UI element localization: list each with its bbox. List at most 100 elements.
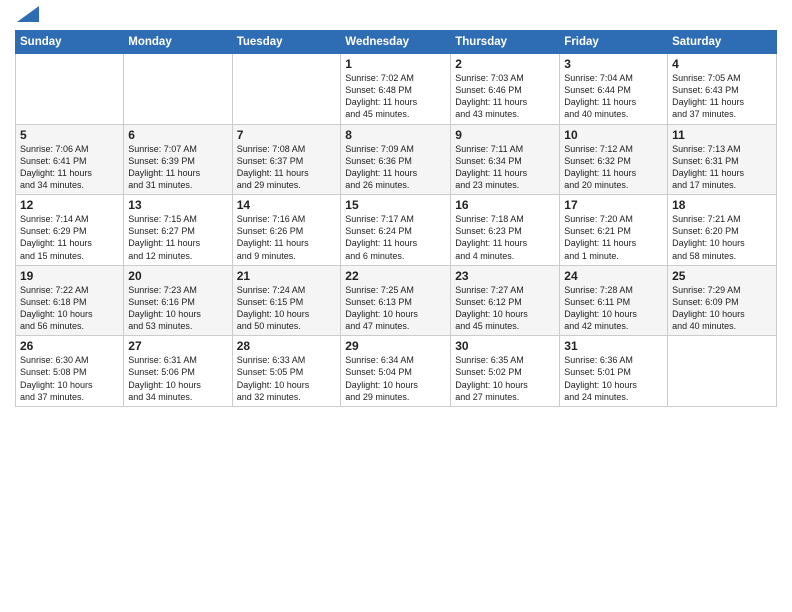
- day-number: 22: [345, 269, 446, 283]
- calendar-day: 13Sunrise: 7:15 AM Sunset: 6:27 PM Dayli…: [124, 195, 232, 266]
- calendar-day: [232, 54, 341, 125]
- day-info: Sunrise: 7:06 AM Sunset: 6:41 PM Dayligh…: [20, 143, 119, 192]
- calendar-day: 5Sunrise: 7:06 AM Sunset: 6:41 PM Daylig…: [16, 124, 124, 195]
- calendar-day: 12Sunrise: 7:14 AM Sunset: 6:29 PM Dayli…: [16, 195, 124, 266]
- calendar-day: 18Sunrise: 7:21 AM Sunset: 6:20 PM Dayli…: [668, 195, 777, 266]
- day-info: Sunrise: 7:29 AM Sunset: 6:09 PM Dayligh…: [672, 284, 772, 333]
- calendar-day: 11Sunrise: 7:13 AM Sunset: 6:31 PM Dayli…: [668, 124, 777, 195]
- calendar-day: 29Sunrise: 6:34 AM Sunset: 5:04 PM Dayli…: [341, 336, 451, 407]
- logo: [15, 10, 39, 22]
- day-info: Sunrise: 7:16 AM Sunset: 6:26 PM Dayligh…: [237, 213, 337, 262]
- day-number: 3: [564, 57, 663, 71]
- day-info: Sunrise: 6:34 AM Sunset: 5:04 PM Dayligh…: [345, 354, 446, 403]
- day-info: Sunrise: 6:35 AM Sunset: 5:02 PM Dayligh…: [455, 354, 555, 403]
- day-info: Sunrise: 7:15 AM Sunset: 6:27 PM Dayligh…: [128, 213, 227, 262]
- calendar-day: 8Sunrise: 7:09 AM Sunset: 6:36 PM Daylig…: [341, 124, 451, 195]
- day-number: 8: [345, 128, 446, 142]
- day-number: 2: [455, 57, 555, 71]
- day-info: Sunrise: 7:14 AM Sunset: 6:29 PM Dayligh…: [20, 213, 119, 262]
- day-info: Sunrise: 7:12 AM Sunset: 6:32 PM Dayligh…: [564, 143, 663, 192]
- day-number: 4: [672, 57, 772, 71]
- weekday-header-saturday: Saturday: [668, 31, 777, 54]
- day-info: Sunrise: 7:21 AM Sunset: 6:20 PM Dayligh…: [672, 213, 772, 262]
- calendar-day: 21Sunrise: 7:24 AM Sunset: 6:15 PM Dayli…: [232, 265, 341, 336]
- day-info: Sunrise: 7:07 AM Sunset: 6:39 PM Dayligh…: [128, 143, 227, 192]
- day-info: Sunrise: 7:02 AM Sunset: 6:48 PM Dayligh…: [345, 72, 446, 121]
- day-info: Sunrise: 7:08 AM Sunset: 6:37 PM Dayligh…: [237, 143, 337, 192]
- day-info: Sunrise: 6:33 AM Sunset: 5:05 PM Dayligh…: [237, 354, 337, 403]
- calendar-day: 27Sunrise: 6:31 AM Sunset: 5:06 PM Dayli…: [124, 336, 232, 407]
- calendar-day: 16Sunrise: 7:18 AM Sunset: 6:23 PM Dayli…: [451, 195, 560, 266]
- day-number: 6: [128, 128, 227, 142]
- calendar-week-5: 26Sunrise: 6:30 AM Sunset: 5:08 PM Dayli…: [16, 336, 777, 407]
- day-info: Sunrise: 7:27 AM Sunset: 6:12 PM Dayligh…: [455, 284, 555, 333]
- calendar-day: [668, 336, 777, 407]
- weekday-header-tuesday: Tuesday: [232, 31, 341, 54]
- day-number: 9: [455, 128, 555, 142]
- day-number: 26: [20, 339, 119, 353]
- day-info: Sunrise: 7:20 AM Sunset: 6:21 PM Dayligh…: [564, 213, 663, 262]
- calendar-week-2: 5Sunrise: 7:06 AM Sunset: 6:41 PM Daylig…: [16, 124, 777, 195]
- page-container: SundayMondayTuesdayWednesdayThursdayFrid…: [0, 0, 792, 612]
- calendar-day: 7Sunrise: 7:08 AM Sunset: 6:37 PM Daylig…: [232, 124, 341, 195]
- calendar-day: 4Sunrise: 7:05 AM Sunset: 6:43 PM Daylig…: [668, 54, 777, 125]
- day-number: 19: [20, 269, 119, 283]
- calendar-day: 23Sunrise: 7:27 AM Sunset: 6:12 PM Dayli…: [451, 265, 560, 336]
- day-number: 14: [237, 198, 337, 212]
- day-info: Sunrise: 7:22 AM Sunset: 6:18 PM Dayligh…: [20, 284, 119, 333]
- calendar-day: 25Sunrise: 7:29 AM Sunset: 6:09 PM Dayli…: [668, 265, 777, 336]
- calendar-day: 17Sunrise: 7:20 AM Sunset: 6:21 PM Dayli…: [560, 195, 668, 266]
- calendar-day: 15Sunrise: 7:17 AM Sunset: 6:24 PM Dayli…: [341, 195, 451, 266]
- day-info: Sunrise: 7:13 AM Sunset: 6:31 PM Dayligh…: [672, 143, 772, 192]
- calendar-week-3: 12Sunrise: 7:14 AM Sunset: 6:29 PM Dayli…: [16, 195, 777, 266]
- day-info: Sunrise: 7:28 AM Sunset: 6:11 PM Dayligh…: [564, 284, 663, 333]
- calendar-day: 3Sunrise: 7:04 AM Sunset: 6:44 PM Daylig…: [560, 54, 668, 125]
- calendar-day: 6Sunrise: 7:07 AM Sunset: 6:39 PM Daylig…: [124, 124, 232, 195]
- day-number: 28: [237, 339, 337, 353]
- header: [15, 10, 777, 22]
- day-number: 29: [345, 339, 446, 353]
- weekday-header-thursday: Thursday: [451, 31, 560, 54]
- day-number: 20: [128, 269, 227, 283]
- day-number: 1: [345, 57, 446, 71]
- day-info: Sunrise: 7:11 AM Sunset: 6:34 PM Dayligh…: [455, 143, 555, 192]
- day-number: 27: [128, 339, 227, 353]
- day-number: 24: [564, 269, 663, 283]
- calendar-day: 19Sunrise: 7:22 AM Sunset: 6:18 PM Dayli…: [16, 265, 124, 336]
- calendar-day: 14Sunrise: 7:16 AM Sunset: 6:26 PM Dayli…: [232, 195, 341, 266]
- calendar-week-4: 19Sunrise: 7:22 AM Sunset: 6:18 PM Dayli…: [16, 265, 777, 336]
- day-number: 18: [672, 198, 772, 212]
- day-number: 5: [20, 128, 119, 142]
- day-info: Sunrise: 6:31 AM Sunset: 5:06 PM Dayligh…: [128, 354, 227, 403]
- day-info: Sunrise: 7:24 AM Sunset: 6:15 PM Dayligh…: [237, 284, 337, 333]
- calendar-week-1: 1Sunrise: 7:02 AM Sunset: 6:48 PM Daylig…: [16, 54, 777, 125]
- calendar-day: 1Sunrise: 7:02 AM Sunset: 6:48 PM Daylig…: [341, 54, 451, 125]
- day-number: 31: [564, 339, 663, 353]
- calendar-day: 9Sunrise: 7:11 AM Sunset: 6:34 PM Daylig…: [451, 124, 560, 195]
- day-number: 11: [672, 128, 772, 142]
- day-number: 30: [455, 339, 555, 353]
- logo-icon: [17, 6, 39, 22]
- day-number: 13: [128, 198, 227, 212]
- day-info: Sunrise: 7:25 AM Sunset: 6:13 PM Dayligh…: [345, 284, 446, 333]
- weekday-header-sunday: Sunday: [16, 31, 124, 54]
- day-info: Sunrise: 7:23 AM Sunset: 6:16 PM Dayligh…: [128, 284, 227, 333]
- day-number: 15: [345, 198, 446, 212]
- day-info: Sunrise: 7:03 AM Sunset: 6:46 PM Dayligh…: [455, 72, 555, 121]
- day-number: 10: [564, 128, 663, 142]
- day-number: 21: [237, 269, 337, 283]
- weekday-header-wednesday: Wednesday: [341, 31, 451, 54]
- calendar-day: 22Sunrise: 7:25 AM Sunset: 6:13 PM Dayli…: [341, 265, 451, 336]
- calendar-day: 26Sunrise: 6:30 AM Sunset: 5:08 PM Dayli…: [16, 336, 124, 407]
- calendar-day: 20Sunrise: 7:23 AM Sunset: 6:16 PM Dayli…: [124, 265, 232, 336]
- day-number: 17: [564, 198, 663, 212]
- day-info: Sunrise: 6:30 AM Sunset: 5:08 PM Dayligh…: [20, 354, 119, 403]
- calendar-day: 31Sunrise: 6:36 AM Sunset: 5:01 PM Dayli…: [560, 336, 668, 407]
- calendar-day: 2Sunrise: 7:03 AM Sunset: 6:46 PM Daylig…: [451, 54, 560, 125]
- calendar-table: SundayMondayTuesdayWednesdayThursdayFrid…: [15, 30, 777, 407]
- day-number: 16: [455, 198, 555, 212]
- calendar-day: 30Sunrise: 6:35 AM Sunset: 5:02 PM Dayli…: [451, 336, 560, 407]
- calendar-day: [124, 54, 232, 125]
- day-number: 23: [455, 269, 555, 283]
- day-info: Sunrise: 7:18 AM Sunset: 6:23 PM Dayligh…: [455, 213, 555, 262]
